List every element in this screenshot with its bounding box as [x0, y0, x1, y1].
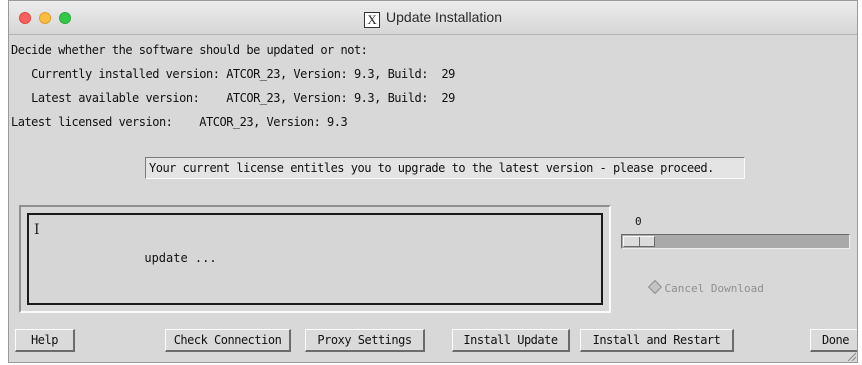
window-title: Update Installation: [386, 9, 502, 25]
license-notice: Your current license entitles you to upg…: [145, 157, 745, 179]
decide-instruction: Decide whether the software should be up…: [11, 43, 368, 57]
progress-value-label: 0: [635, 215, 642, 228]
window-title-group: X Update Installation: [9, 9, 857, 28]
done-button[interactable]: Done: [810, 329, 857, 352]
installed-version-text: Currently installed version: ATCOR_23, V…: [11, 67, 455, 81]
update-installation-window: X Update Installation Decide whether the …: [8, 0, 858, 363]
check-connection-button[interactable]: Check Connection: [165, 329, 291, 352]
x11-logo-icon: X: [364, 12, 381, 28]
text-cursor-icon: I: [34, 222, 40, 238]
diamond-radio-icon: [647, 279, 662, 295]
progress-slider-thumb[interactable]: [623, 236, 655, 247]
proxy-settings-button[interactable]: Proxy Settings: [305, 329, 425, 352]
available-version-text: Latest available version: ATCOR_23, Vers…: [11, 91, 455, 105]
licensed-version-text: Latest licensed version: ATCOR_23, Versi…: [11, 115, 348, 129]
log-text-area[interactable]: I update ...: [27, 213, 603, 305]
download-progress-slider[interactable]: [621, 234, 850, 249]
log-frame: I update ...: [19, 205, 611, 313]
install-update-button[interactable]: Install Update: [452, 329, 570, 352]
title-bar[interactable]: X Update Installation: [9, 1, 857, 35]
resize-grip-icon[interactable]: [846, 351, 856, 361]
log-text: update ...: [144, 251, 217, 265]
help-button[interactable]: Help: [15, 329, 75, 352]
install-and-restart-button[interactable]: Install and Restart: [580, 329, 734, 352]
cancel-download-toggle[interactable]: Cancel Download: [623, 269, 764, 308]
cancel-download-label: Cancel Download: [664, 282, 764, 295]
